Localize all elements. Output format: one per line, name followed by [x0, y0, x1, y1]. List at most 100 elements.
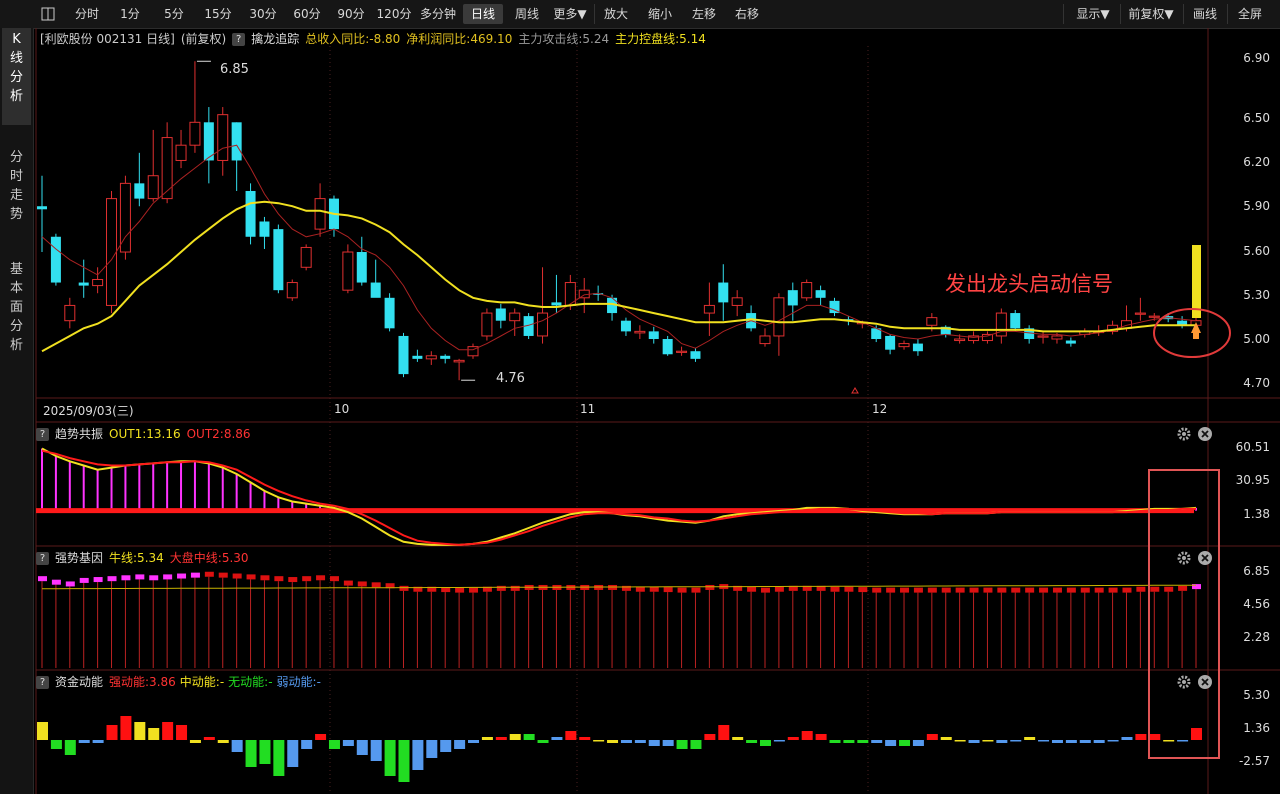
momentum-bar — [746, 740, 758, 743]
candle-body — [773, 297, 785, 337]
momentum-bar — [829, 740, 841, 743]
candle-body — [481, 312, 493, 337]
momentum-bar — [940, 737, 952, 740]
axis-label: 2.28 — [1243, 630, 1270, 644]
candle-body — [37, 206, 47, 210]
candle-body — [370, 282, 381, 298]
candle-body — [440, 355, 451, 359]
candle-body — [134, 183, 145, 199]
candle-body — [231, 122, 242, 161]
candle-body — [912, 343, 923, 352]
momentum-bar — [690, 740, 702, 749]
candle-body — [50, 236, 61, 283]
candle-body — [690, 351, 701, 359]
gene-block — [274, 576, 284, 582]
gene-block — [371, 582, 381, 588]
momentum-bar — [287, 740, 299, 767]
axis-label: 60.51 — [1235, 440, 1270, 454]
gear-icon[interactable] — [1176, 674, 1192, 690]
gear-icon[interactable] — [1176, 550, 1192, 566]
candle-body — [537, 312, 549, 337]
gene-block — [79, 577, 89, 583]
gene-block — [886, 587, 896, 593]
gene-block — [316, 575, 326, 581]
candle-body — [634, 330, 646, 334]
gene-block — [1136, 586, 1146, 592]
momentum-bar — [370, 740, 382, 761]
gene-block — [941, 587, 951, 593]
gene-block — [190, 572, 200, 578]
momentum-bar — [1093, 740, 1105, 743]
axis-label: 5.00 — [1243, 332, 1270, 346]
panel3-mid: 中动能:- — [179, 675, 225, 689]
signal-annotation: 发出龙头启动信号 — [945, 272, 1113, 296]
help-icon[interactable]: ? — [232, 33, 246, 46]
momentum-bar — [843, 740, 855, 743]
gene-block — [900, 587, 910, 593]
gear-icon[interactable] — [1176, 426, 1192, 442]
momentum-bar — [64, 740, 76, 755]
gene-block — [1178, 585, 1188, 591]
momentum-bar — [1010, 740, 1022, 742]
candle-body — [703, 304, 715, 314]
gene-block — [204, 571, 214, 577]
gene-block — [65, 581, 75, 587]
candle-body — [425, 355, 437, 360]
momentum-bar — [982, 740, 994, 742]
gene-block — [510, 585, 520, 591]
gene-block — [830, 586, 840, 592]
panel1-controls — [1176, 425, 1218, 443]
gene-block — [1066, 587, 1076, 593]
gene-block — [1164, 586, 1174, 592]
candle-body — [147, 175, 159, 200]
candle-body — [620, 320, 631, 332]
momentum-bar — [301, 740, 313, 749]
gene-block — [357, 581, 367, 587]
gene-block — [1150, 586, 1160, 592]
momentum-bar — [759, 740, 771, 746]
help-icon[interactable]: ? — [36, 552, 49, 565]
close-icon[interactable] — [1197, 550, 1213, 566]
gene-block — [329, 576, 339, 582]
momentum-bar — [50, 740, 62, 749]
candle-body — [161, 137, 173, 200]
axis-label: 1.36 — [1243, 721, 1270, 735]
main-info-bar: [利欧股份 002131 日线] (前复权)? 擒龙追踪 总收入同比:-8.80 净利润… — [40, 30, 712, 48]
gene-line — [42, 584, 1197, 590]
momentum-bar — [565, 731, 577, 740]
close-icon[interactable] — [1197, 426, 1213, 442]
help-icon[interactable]: ? — [36, 676, 49, 689]
momentum-bar — [1121, 737, 1133, 740]
momentum-bar — [871, 740, 883, 743]
momentum-bar — [676, 740, 688, 749]
candle-body — [356, 252, 367, 283]
help-icon[interactable]: ? — [36, 428, 49, 441]
gene-block — [927, 587, 937, 593]
momentum-bar — [607, 740, 619, 743]
momentum-bar — [662, 740, 674, 746]
candle-body — [78, 282, 89, 286]
candle-body — [92, 278, 104, 287]
axis-label: 4.56 — [1243, 597, 1270, 611]
momentum-bar — [398, 740, 410, 782]
candle-body — [398, 335, 409, 375]
date-label: 12 — [872, 402, 888, 416]
panel1-info-bar: ? 趋势共振 OUT1:13.16 OUT2:8.86 — [36, 425, 257, 443]
close-icon[interactable] — [1197, 674, 1213, 690]
candle-body — [106, 198, 118, 306]
gene-block — [288, 577, 298, 583]
stat-attack-line: 主力攻击线:5.24 — [518, 32, 610, 46]
gene-block — [691, 587, 701, 593]
candle-body — [245, 190, 256, 237]
candle-body — [342, 251, 354, 291]
momentum-bar — [189, 740, 201, 743]
candle-body — [1148, 315, 1160, 318]
axis-label: 6.85 — [1243, 564, 1270, 578]
candle-body — [676, 350, 688, 353]
momentum-bar — [551, 737, 563, 740]
panel2-title: 强势基因 — [55, 551, 104, 565]
momentum-bar — [468, 740, 480, 743]
candle-body — [273, 229, 284, 291]
gene-block — [93, 577, 103, 583]
momentum-bar — [732, 737, 744, 740]
